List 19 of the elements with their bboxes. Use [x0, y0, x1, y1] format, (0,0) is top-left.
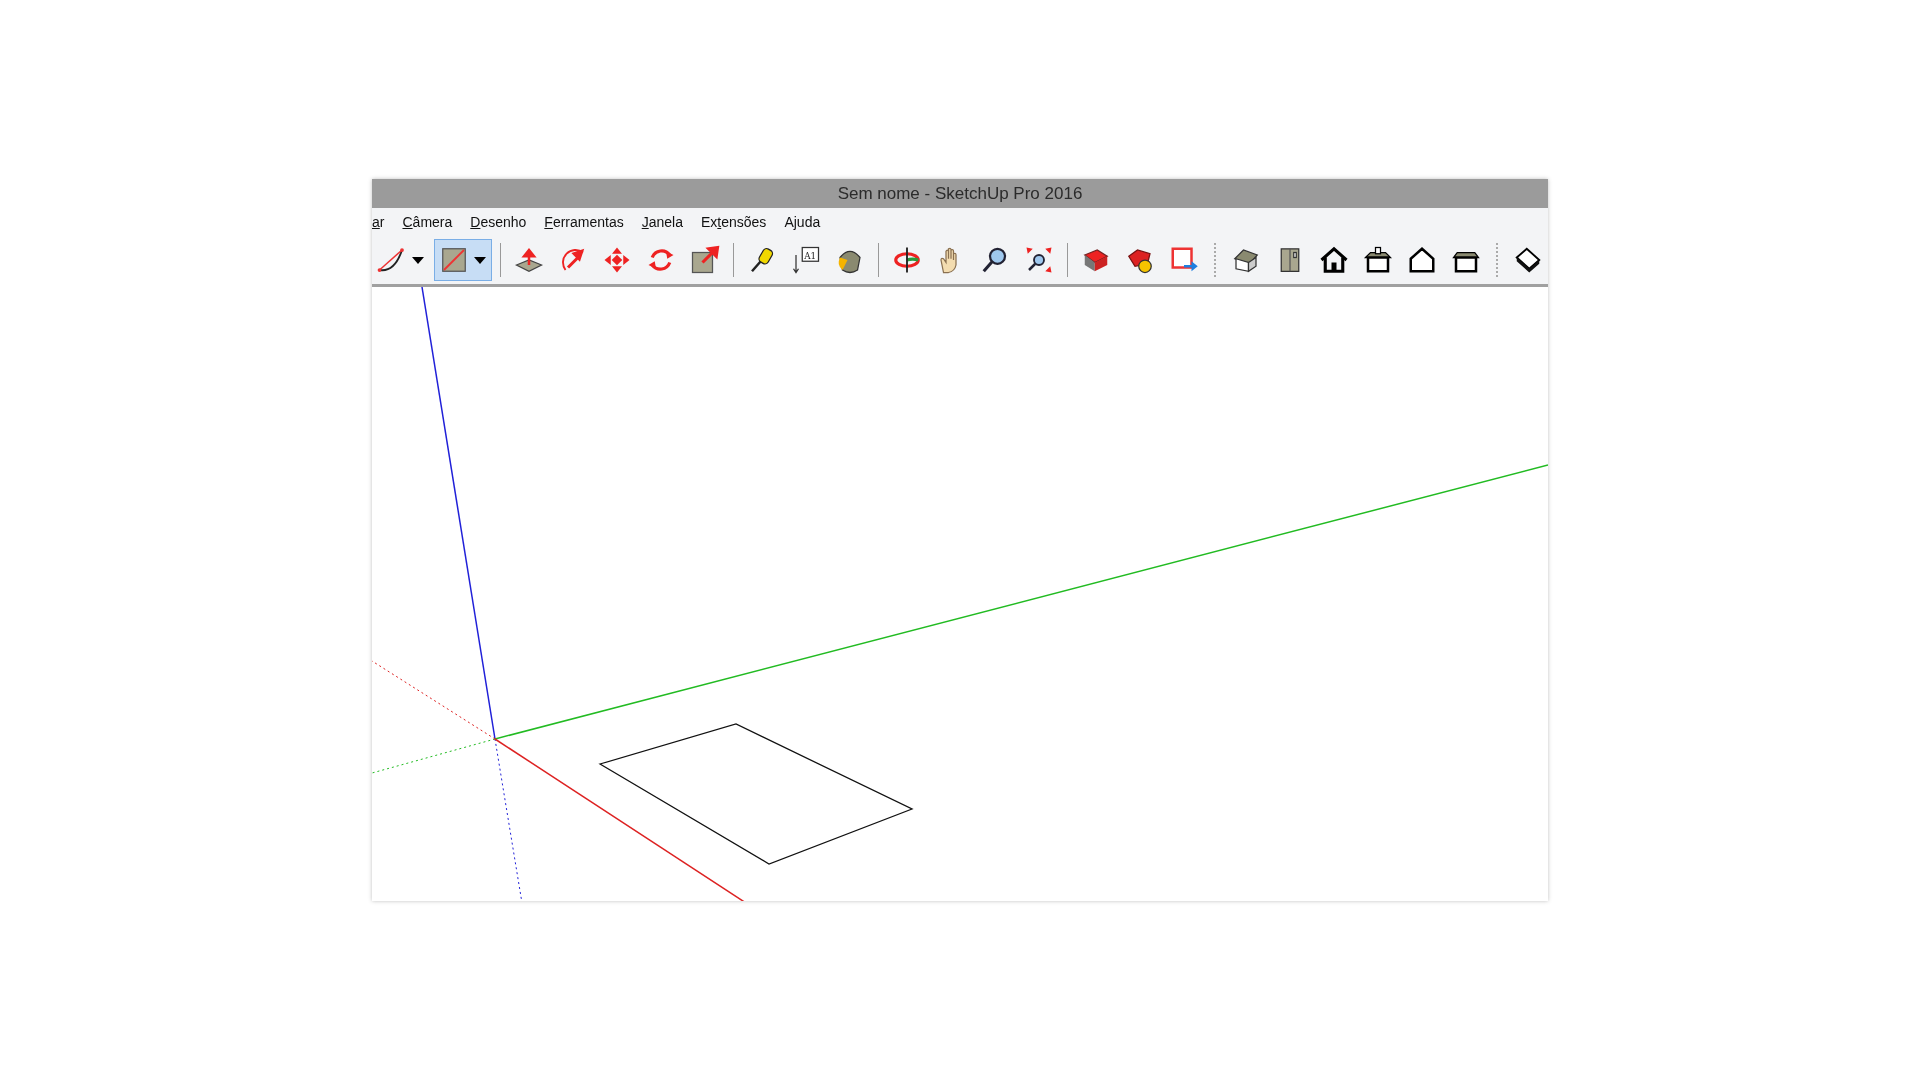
home-icon — [1319, 245, 1349, 275]
menu-item[interactable]: ar — [372, 214, 385, 230]
scale-icon — [690, 245, 720, 275]
tool-button[interactable]: A1 — [786, 239, 826, 281]
house-outline-icon — [1407, 245, 1437, 275]
arc-icon — [377, 245, 407, 275]
eraser-icon — [1513, 245, 1543, 275]
menu-item[interactable]: Desenho — [470, 214, 527, 230]
menu-item[interactable]: Ajuda — [784, 214, 821, 230]
rectangle-icon — [439, 245, 469, 275]
top-house-icon — [1363, 245, 1393, 275]
menu-item[interactable]: Janela — [641, 214, 683, 230]
menu-item[interactable]: Ferramentas — [544, 214, 624, 230]
orbit-icon — [892, 245, 922, 275]
window-title: Sem nome - SketchUp Pro 2016 — [837, 183, 1083, 204]
move-icon — [602, 245, 632, 275]
menu-item[interactable]: Extensões — [701, 214, 767, 230]
zoom-extents-icon — [1024, 245, 1054, 275]
menu-item[interactable]: Câmera — [402, 214, 453, 230]
